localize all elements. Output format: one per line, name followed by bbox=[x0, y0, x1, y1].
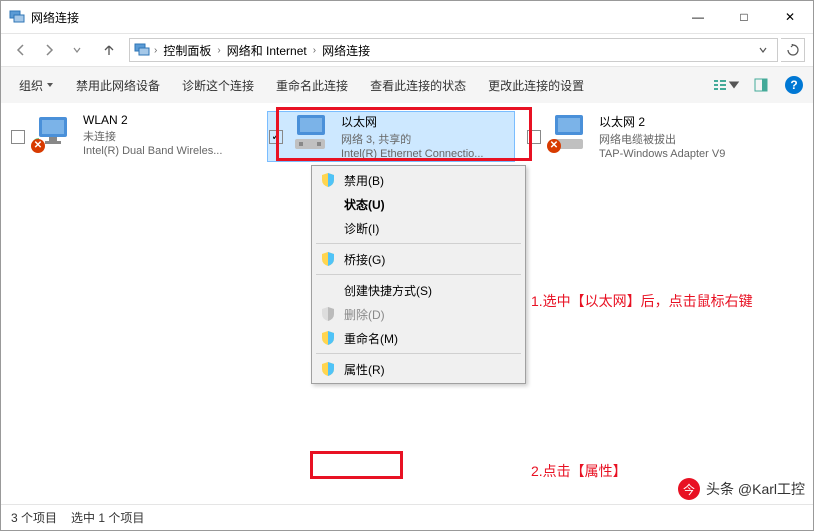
checkbox[interactable] bbox=[11, 130, 25, 144]
adapter-icon: ✕ bbox=[31, 113, 79, 153]
shield-icon bbox=[320, 330, 336, 346]
adapter-icon bbox=[289, 113, 337, 153]
forward-button[interactable] bbox=[37, 38, 61, 62]
adapter-item-ethernet[interactable]: 以太网 网络 3, 共享的 Intel(R) Ethernet Connecti… bbox=[267, 111, 515, 162]
breadcrumb-item[interactable]: 控制面板 bbox=[161, 42, 213, 59]
shield-icon bbox=[320, 361, 336, 377]
checkbox[interactable] bbox=[527, 130, 541, 144]
annotation-text: 2.点击【属性】 bbox=[531, 461, 627, 481]
back-button[interactable] bbox=[9, 38, 33, 62]
maximize-button[interactable]: □ bbox=[721, 1, 767, 33]
toolbar: 组织 禁用此网络设备 诊断这个连接 重命名此连接 查看此连接的状态 更改此连接的… bbox=[1, 67, 813, 103]
adapter-status: 网络电缆被拔出 bbox=[599, 131, 725, 147]
adapter-desc: Intel(R) Ethernet Connectio... bbox=[341, 148, 483, 160]
annotation-text: 1.选中【以太网】后，点击鼠标右键 bbox=[531, 291, 753, 311]
up-button[interactable] bbox=[97, 38, 121, 62]
disable-device-button[interactable]: 禁用此网络设备 bbox=[68, 73, 168, 98]
error-badge-icon: ✕ bbox=[547, 139, 561, 153]
network-icon bbox=[9, 9, 25, 25]
menu-properties[interactable]: 属性(R) bbox=[314, 357, 523, 381]
organize-button[interactable]: 组织 bbox=[11, 73, 62, 98]
menu-delete: 删除(D) bbox=[314, 302, 523, 326]
help-icon[interactable]: ? bbox=[785, 76, 803, 94]
item-count: 3 个项目 bbox=[11, 509, 57, 526]
diagnose-button[interactable]: 诊断这个连接 bbox=[174, 73, 262, 98]
shield-icon bbox=[320, 251, 336, 267]
navbar: › 控制面板 › 网络和 Internet › 网络连接 bbox=[1, 33, 813, 67]
menu-separator bbox=[316, 353, 521, 354]
shield-icon bbox=[320, 306, 336, 322]
adapter-desc: TAP-Windows Adapter V9 bbox=[599, 148, 725, 160]
menu-status[interactable]: 状态(U) bbox=[314, 192, 523, 216]
preview-pane-button[interactable] bbox=[747, 74, 775, 96]
view-mode-button[interactable] bbox=[713, 74, 741, 96]
adapter-name: 以太网 bbox=[341, 113, 483, 130]
network-icon bbox=[134, 42, 150, 58]
annotation-highlight bbox=[310, 451, 403, 479]
menu-shortcut[interactable]: 创建快捷方式(S) bbox=[314, 278, 523, 302]
breadcrumb-item[interactable]: 网络连接 bbox=[320, 42, 372, 59]
adapter-status: 未连接 bbox=[83, 128, 222, 144]
watermark-icon: 今 bbox=[678, 478, 700, 500]
menu-disable[interactable]: 禁用(B) bbox=[314, 168, 523, 192]
adapter-item-wlan2[interactable]: ✕ WLAN 2 未连接 Intel(R) Dual Band Wireles.… bbox=[9, 111, 257, 162]
selected-count: 选中 1 个项目 bbox=[71, 509, 144, 526]
breadcrumb-item[interactable]: 网络和 Internet bbox=[225, 42, 309, 59]
adapter-status: 网络 3, 共享的 bbox=[341, 131, 483, 147]
checkbox[interactable] bbox=[269, 130, 283, 144]
view-status-button[interactable]: 查看此连接的状态 bbox=[362, 73, 474, 98]
window-controls: — □ ✕ bbox=[675, 1, 813, 33]
chevron-right-icon: › bbox=[217, 45, 220, 56]
close-button[interactable]: ✕ bbox=[767, 1, 813, 33]
rename-button[interactable]: 重命名此连接 bbox=[268, 73, 356, 98]
adapter-name: WLAN 2 bbox=[83, 113, 222, 127]
refresh-button[interactable] bbox=[781, 38, 805, 62]
menu-separator bbox=[316, 243, 521, 244]
window-title: 网络连接 bbox=[31, 9, 675, 26]
recent-dropdown[interactable] bbox=[65, 38, 89, 62]
adapter-desc: Intel(R) Dual Band Wireles... bbox=[83, 145, 222, 157]
error-badge-icon: ✕ bbox=[31, 139, 45, 153]
adapter-item-ethernet2[interactable]: ✕ 以太网 2 网络电缆被拔出 TAP-Windows Adapter V9 bbox=[525, 111, 773, 162]
titlebar: 网络连接 — □ ✕ bbox=[1, 1, 813, 33]
minimize-button[interactable]: — bbox=[675, 1, 721, 33]
menu-rename[interactable]: 重命名(M) bbox=[314, 326, 523, 350]
menu-separator bbox=[316, 274, 521, 275]
adapter-name: 以太网 2 bbox=[599, 113, 725, 130]
context-menu: 禁用(B) 状态(U) 诊断(I) 桥接(G) 创建快捷方式(S) 删除(D) … bbox=[311, 165, 526, 384]
chevron-right-icon: › bbox=[154, 45, 157, 56]
breadcrumb[interactable]: › 控制面板 › 网络和 Internet › 网络连接 bbox=[129, 38, 778, 62]
statusbar: 3 个项目 选中 1 个项目 bbox=[1, 504, 813, 530]
path-dropdown[interactable] bbox=[751, 39, 773, 61]
watermark: 今 头条 @Karl工控 bbox=[678, 478, 805, 500]
watermark-text: 头条 @Karl工控 bbox=[706, 479, 805, 499]
shield-icon bbox=[320, 172, 336, 188]
adapter-icon: ✕ bbox=[547, 113, 595, 153]
change-settings-button[interactable]: 更改此连接的设置 bbox=[480, 73, 592, 98]
menu-diagnose[interactable]: 诊断(I) bbox=[314, 216, 523, 240]
chevron-right-icon: › bbox=[313, 45, 316, 56]
menu-bridge[interactable]: 桥接(G) bbox=[314, 247, 523, 271]
content-area: ✕ WLAN 2 未连接 Intel(R) Dual Band Wireles.… bbox=[1, 103, 813, 504]
